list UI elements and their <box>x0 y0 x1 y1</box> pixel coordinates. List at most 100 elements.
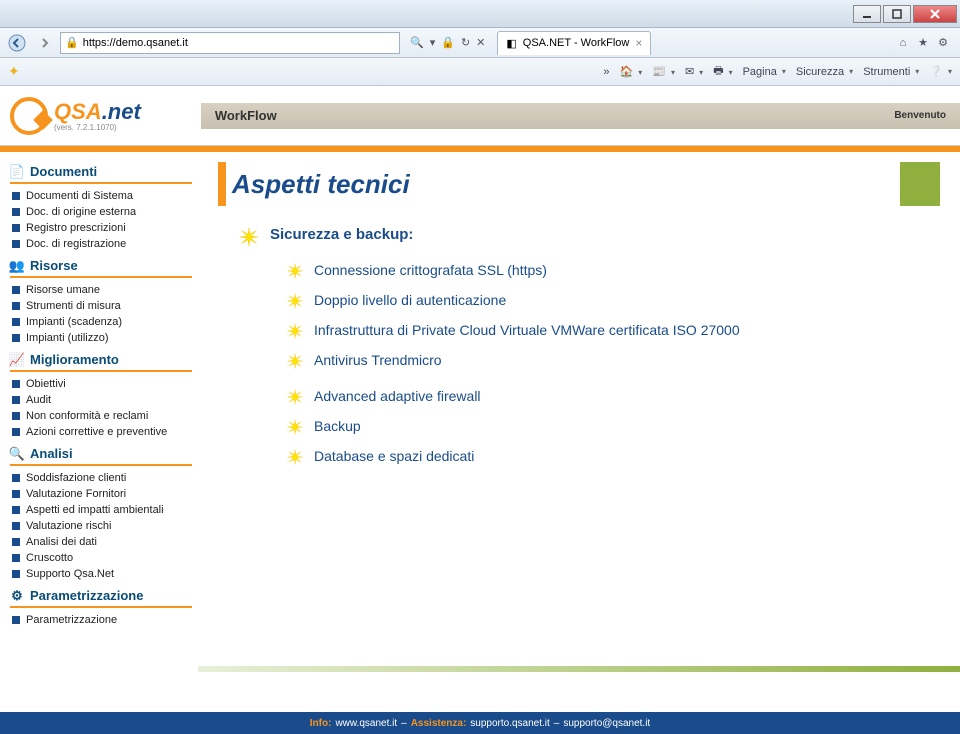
bullet-icon <box>12 506 20 514</box>
logo-mark-icon <box>10 97 48 135</box>
app-logo: QSA.net (vers. 7.2.1.1070) <box>10 97 141 135</box>
bullet-icon <box>12 570 20 578</box>
bullet-icon <box>12 318 20 326</box>
sidebar-item[interactable]: Risorse umane <box>10 282 192 298</box>
search-icon[interactable]: 🔍 <box>410 36 424 49</box>
sidebar-item[interactable]: Doc. di registrazione <box>10 236 192 252</box>
footer-assist-link[interactable]: supporto.qsanet.it <box>470 718 550 729</box>
lock-icon: 🔒 <box>441 36 455 49</box>
sidebar-item[interactable]: Aspetti ed impatti ambientali <box>10 502 192 518</box>
stop-icon[interactable]: ✕ <box>476 36 485 49</box>
sidebar-item[interactable]: Registro prescrizioni <box>10 220 192 236</box>
sidebar-item-label: Audit <box>26 394 51 406</box>
sidebar-item[interactable]: Strumenti di misura <box>10 298 192 314</box>
address-bar[interactable]: 🔒 <box>60 32 400 54</box>
sidebar-item-label: Supporto Qsa.Net <box>26 568 114 580</box>
sidebar-item-label: Impianti (scadenza) <box>26 316 122 328</box>
sidebar-category[interactable]: 🔍 Analisi <box>10 446 192 461</box>
people-icon: 👥 <box>10 259 24 273</box>
bullet-icon <box>12 428 20 436</box>
bullet-icon <box>12 224 20 232</box>
sidebar-item[interactable]: Valutazione Fornitori <box>10 486 192 502</box>
sidebar-item-label: Impianti (utilizzo) <box>26 332 109 344</box>
footer-assist-label: Assistenza: <box>411 718 467 729</box>
bullet-text: Infrastruttura di Private Cloud Virtuale… <box>314 322 740 338</box>
sidebar-item-label: Aspetti ed impatti ambientali <box>26 504 164 516</box>
browser-navbar: 🔒 🔍 ▾ 🔒 ↻ ✕ ◧ QSA.NET - WorkFlow × ⌂ ★ ⚙ <box>0 28 960 58</box>
bullet-item: Connessione crittografata SSL (https) <box>286 262 940 280</box>
bullet-icon <box>12 554 20 562</box>
bullet-icon <box>12 240 20 248</box>
sidebar-item[interactable]: Parametrizzazione <box>10 612 192 628</box>
sidebar-category[interactable]: ⚙Parametrizzazione <box>10 588 192 603</box>
sidebar-item[interactable]: Soddisfazione clienti <box>10 470 192 486</box>
maximize-button[interactable] <box>883 5 911 23</box>
sidebar-category-label: Miglioramento <box>30 352 119 367</box>
sidebar-item[interactable]: Documenti di Sistema <box>10 188 192 204</box>
bullet-item: Backup <box>286 418 940 436</box>
doc-icon: 📄 <box>10 165 24 179</box>
sidebar-item-label: Analisi dei dati <box>26 536 97 548</box>
sidebar-item[interactable]: Azioni correttive e preventive <box>10 424 192 440</box>
back-button[interactable] <box>4 31 30 55</box>
sidebar-item-label: Registro prescrizioni <box>26 222 126 234</box>
feeds-menu[interactable]: 📰 <box>652 65 675 78</box>
bullet-icon <box>12 380 20 388</box>
analysis-icon: 🔍 <box>10 447 24 461</box>
burst-icon <box>286 418 304 436</box>
sidebar-item-label: Cruscotto <box>26 552 73 564</box>
bullet-text: Database e spazi dedicati <box>314 448 474 464</box>
help-menu[interactable]: ❔ <box>929 65 952 78</box>
burst-icon <box>238 226 260 248</box>
sidebar-item[interactable]: Valutazione rischi <box>10 518 192 534</box>
tab-title: QSA.NET - WorkFlow <box>523 37 630 49</box>
footer-info-link[interactable]: www.qsanet.it <box>335 718 397 729</box>
close-button[interactable] <box>913 5 957 23</box>
sidebar-category[interactable]: 👥 Risorse <box>10 258 192 273</box>
sidebar-item[interactable]: Impianti (utilizzo) <box>10 330 192 346</box>
browser-tab[interactable]: ◧ QSA.NET - WorkFlow × <box>497 31 651 55</box>
tools-menu[interactable]: Strumenti <box>863 66 919 78</box>
home-icon[interactable]: ⌂ <box>896 36 910 50</box>
page-menu[interactable]: Pagina <box>743 66 786 78</box>
bullet-icon <box>12 522 20 530</box>
sidebar-item[interactable]: Cruscotto <box>10 550 192 566</box>
security-menu[interactable]: Sicurezza <box>796 66 853 78</box>
sidebar-item[interactable]: Obiettivi <box>10 376 192 392</box>
home-menu[interactable]: 🏠 <box>620 65 643 78</box>
bullet-icon <box>12 302 20 310</box>
print-menu[interactable]: 🖶 <box>713 62 732 81</box>
footer-email[interactable]: supporto@qsanet.it <box>563 718 650 729</box>
sidebar-item[interactable]: Analisi dei dati <box>10 534 192 550</box>
sidebar-item-label: Doc. di origine esterna <box>26 206 136 218</box>
gear-icon: ⚙ <box>10 589 24 603</box>
bullet-icon <box>12 396 20 404</box>
sidebar-category[interactable]: 📄Documenti <box>10 164 192 179</box>
sidebar-item[interactable]: Doc. di origine esterna <box>10 204 192 220</box>
bullet-icon <box>12 490 20 498</box>
bullet-icon <box>12 208 20 216</box>
forward-button[interactable] <box>32 31 58 55</box>
burst-icon <box>286 322 304 340</box>
sidebar-item[interactable]: Audit <box>10 392 192 408</box>
sidebar-category[interactable]: 📈Miglioramento <box>10 352 192 367</box>
add-favorite-icon[interactable]: ✦ <box>8 63 20 80</box>
sidebar-category-label: Risorse <box>30 258 78 273</box>
mail-menu[interactable]: ✉ <box>685 65 703 78</box>
refresh-icon[interactable]: ↻ <box>461 36 470 49</box>
bullet-icon <box>12 538 20 546</box>
sidebar-item[interactable]: Supporto Qsa.Net <box>10 566 192 582</box>
sidebar-item[interactable]: Non conformità e reclami <box>10 408 192 424</box>
favorites-icon[interactable]: ★ <box>916 36 930 50</box>
bullet-icon <box>12 412 20 420</box>
sidebar-category-label: Analisi <box>30 446 73 461</box>
tools-icon[interactable]: ⚙ <box>936 36 950 50</box>
bullet-item: Advanced adaptive firewall <box>286 388 940 406</box>
slide-title-bar: Aspetti tecnici <box>218 162 940 206</box>
burst-icon <box>286 292 304 310</box>
sidebar-item-label: Azioni correttive e preventive <box>26 426 167 438</box>
tab-close-icon[interactable]: × <box>635 36 642 50</box>
sidebar-item[interactable]: Impianti (scadenza) <box>10 314 192 330</box>
minimize-button[interactable] <box>853 5 881 23</box>
url-input[interactable] <box>83 37 395 49</box>
